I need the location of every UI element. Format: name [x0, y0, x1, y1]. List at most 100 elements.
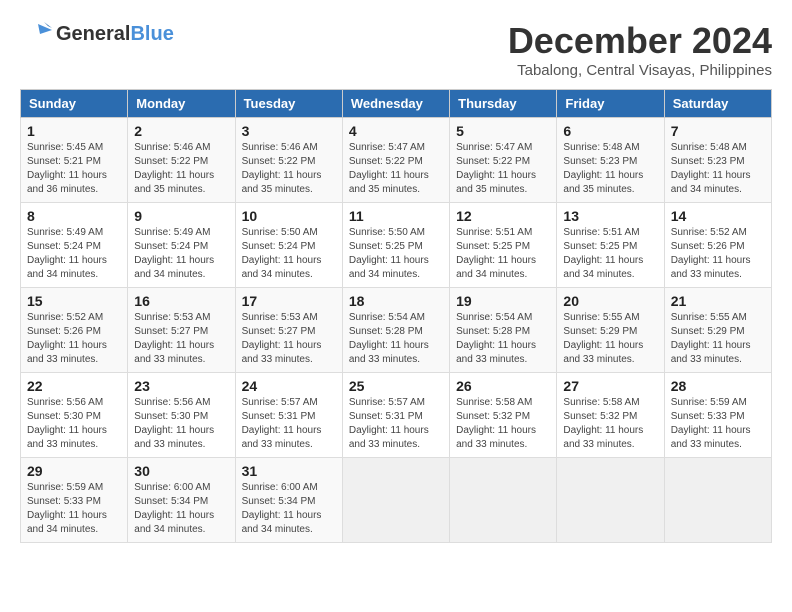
cell-content: Sunrise: 5:47 AM Sunset: 5:22 PM Dayligh…	[456, 141, 550, 197]
cell-content: Sunrise: 5:58 AM Sunset: 5:32 PM Dayligh…	[563, 396, 657, 452]
day-header-monday: Monday	[128, 90, 235, 118]
day-header-friday: Friday	[557, 90, 664, 118]
cell-content: Sunrise: 5:57 AM Sunset: 5:31 PM Dayligh…	[242, 396, 336, 452]
day-number: 9	[134, 208, 228, 224]
day-header-wednesday: Wednesday	[342, 90, 449, 118]
cell-content: Sunrise: 5:55 AM Sunset: 5:29 PM Dayligh…	[671, 311, 765, 367]
day-number: 16	[134, 293, 228, 309]
cell-content: Sunrise: 5:51 AM Sunset: 5:25 PM Dayligh…	[563, 226, 657, 282]
cell-content: Sunrise: 5:55 AM Sunset: 5:29 PM Dayligh…	[563, 311, 657, 367]
cell-content: Sunrise: 5:49 AM Sunset: 5:24 PM Dayligh…	[27, 226, 121, 282]
cell-content: Sunrise: 5:50 AM Sunset: 5:25 PM Dayligh…	[349, 226, 443, 282]
day-number: 2	[134, 123, 228, 139]
day-number: 5	[456, 123, 550, 139]
calendar-table: SundayMondayTuesdayWednesdayThursdayFrid…	[20, 89, 772, 543]
calendar-week-1: 1 Sunrise: 5:45 AM Sunset: 5:21 PM Dayli…	[21, 118, 772, 203]
day-number: 22	[27, 378, 121, 394]
cell-content: Sunrise: 5:46 AM Sunset: 5:22 PM Dayligh…	[242, 141, 336, 197]
calendar-cell: 20 Sunrise: 5:55 AM Sunset: 5:29 PM Dayl…	[557, 288, 664, 373]
day-number: 27	[563, 378, 657, 394]
calendar-cell: 22 Sunrise: 5:56 AM Sunset: 5:30 PM Dayl…	[21, 373, 128, 458]
calendar-cell: 13 Sunrise: 5:51 AM Sunset: 5:25 PM Dayl…	[557, 203, 664, 288]
month-title: December 2024	[508, 20, 772, 62]
calendar-cell: 23 Sunrise: 5:56 AM Sunset: 5:30 PM Dayl…	[128, 373, 235, 458]
calendar-cell: 31 Sunrise: 6:00 AM Sunset: 5:34 PM Dayl…	[235, 458, 342, 543]
calendar-cell: 27 Sunrise: 5:58 AM Sunset: 5:32 PM Dayl…	[557, 373, 664, 458]
cell-content: Sunrise: 5:49 AM Sunset: 5:24 PM Dayligh…	[134, 226, 228, 282]
day-header-tuesday: Tuesday	[235, 90, 342, 118]
day-number: 3	[242, 123, 336, 139]
day-number: 4	[349, 123, 443, 139]
day-number: 1	[27, 123, 121, 139]
cell-content: Sunrise: 5:58 AM Sunset: 5:32 PM Dayligh…	[456, 396, 550, 452]
cell-content: Sunrise: 5:45 AM Sunset: 5:21 PM Dayligh…	[27, 141, 121, 197]
calendar-cell	[342, 458, 449, 543]
calendar-cell	[664, 458, 771, 543]
day-number: 26	[456, 378, 550, 394]
cell-content: Sunrise: 5:57 AM Sunset: 5:31 PM Dayligh…	[349, 396, 443, 452]
calendar-cell: 17 Sunrise: 5:53 AM Sunset: 5:27 PM Dayl…	[235, 288, 342, 373]
cell-content: Sunrise: 5:54 AM Sunset: 5:28 PM Dayligh…	[349, 311, 443, 367]
cell-content: Sunrise: 5:59 AM Sunset: 5:33 PM Dayligh…	[671, 396, 765, 452]
calendar-week-2: 8 Sunrise: 5:49 AM Sunset: 5:24 PM Dayli…	[21, 203, 772, 288]
day-number: 11	[349, 208, 443, 224]
calendar-cell: 3 Sunrise: 5:46 AM Sunset: 5:22 PM Dayli…	[235, 118, 342, 203]
day-number: 17	[242, 293, 336, 309]
cell-content: Sunrise: 5:48 AM Sunset: 5:23 PM Dayligh…	[671, 141, 765, 197]
day-number: 28	[671, 378, 765, 394]
calendar-cell: 29 Sunrise: 5:59 AM Sunset: 5:33 PM Dayl…	[21, 458, 128, 543]
cell-content: Sunrise: 5:59 AM Sunset: 5:33 PM Dayligh…	[27, 481, 121, 537]
title-block: December 2024 Tabalong, Central Visayas,…	[508, 20, 772, 79]
cell-content: Sunrise: 6:00 AM Sunset: 5:34 PM Dayligh…	[242, 481, 336, 537]
day-header-saturday: Saturday	[664, 90, 771, 118]
calendar-cell: 6 Sunrise: 5:48 AM Sunset: 5:23 PM Dayli…	[557, 118, 664, 203]
cell-content: Sunrise: 5:46 AM Sunset: 5:22 PM Dayligh…	[134, 141, 228, 197]
calendar-week-3: 15 Sunrise: 5:52 AM Sunset: 5:26 PM Dayl…	[21, 288, 772, 373]
calendar-cell: 30 Sunrise: 6:00 AM Sunset: 5:34 PM Dayl…	[128, 458, 235, 543]
day-number: 14	[671, 208, 765, 224]
day-number: 19	[456, 293, 550, 309]
calendar-week-5: 29 Sunrise: 5:59 AM Sunset: 5:33 PM Dayl…	[21, 458, 772, 543]
calendar-cell: 9 Sunrise: 5:49 AM Sunset: 5:24 PM Dayli…	[128, 203, 235, 288]
logo: GeneralBlue	[20, 20, 174, 48]
calendar-cell	[450, 458, 557, 543]
day-number: 24	[242, 378, 336, 394]
calendar-cell: 10 Sunrise: 5:50 AM Sunset: 5:24 PM Dayl…	[235, 203, 342, 288]
calendar-cell: 7 Sunrise: 5:48 AM Sunset: 5:23 PM Dayli…	[664, 118, 771, 203]
cell-content: Sunrise: 5:54 AM Sunset: 5:28 PM Dayligh…	[456, 311, 550, 367]
calendar-cell: 14 Sunrise: 5:52 AM Sunset: 5:26 PM Dayl…	[664, 203, 771, 288]
day-header-thursday: Thursday	[450, 90, 557, 118]
logo-text-blue: Blue	[130, 23, 173, 45]
day-number: 12	[456, 208, 550, 224]
cell-content: Sunrise: 5:52 AM Sunset: 5:26 PM Dayligh…	[27, 311, 121, 367]
calendar-cell: 19 Sunrise: 5:54 AM Sunset: 5:28 PM Dayl…	[450, 288, 557, 373]
day-number: 8	[27, 208, 121, 224]
day-number: 30	[134, 463, 228, 479]
logo-icon	[20, 20, 52, 48]
calendar-cell: 21 Sunrise: 5:55 AM Sunset: 5:29 PM Dayl…	[664, 288, 771, 373]
calendar-cell: 15 Sunrise: 5:52 AM Sunset: 5:26 PM Dayl…	[21, 288, 128, 373]
day-number: 21	[671, 293, 765, 309]
day-number: 23	[134, 378, 228, 394]
calendar-cell: 24 Sunrise: 5:57 AM Sunset: 5:31 PM Dayl…	[235, 373, 342, 458]
page-header: GeneralBlue December 2024 Tabalong, Cent…	[20, 20, 772, 79]
day-header-sunday: Sunday	[21, 90, 128, 118]
cell-content: Sunrise: 6:00 AM Sunset: 5:34 PM Dayligh…	[134, 481, 228, 537]
day-number: 6	[563, 123, 657, 139]
calendar-cell: 26 Sunrise: 5:58 AM Sunset: 5:32 PM Dayl…	[450, 373, 557, 458]
calendar-cell: 1 Sunrise: 5:45 AM Sunset: 5:21 PM Dayli…	[21, 118, 128, 203]
calendar-cell: 5 Sunrise: 5:47 AM Sunset: 5:22 PM Dayli…	[450, 118, 557, 203]
calendar-cell: 8 Sunrise: 5:49 AM Sunset: 5:24 PM Dayli…	[21, 203, 128, 288]
cell-content: Sunrise: 5:50 AM Sunset: 5:24 PM Dayligh…	[242, 226, 336, 282]
cell-content: Sunrise: 5:52 AM Sunset: 5:26 PM Dayligh…	[671, 226, 765, 282]
day-number: 10	[242, 208, 336, 224]
calendar-cell	[557, 458, 664, 543]
day-number: 20	[563, 293, 657, 309]
cell-content: Sunrise: 5:56 AM Sunset: 5:30 PM Dayligh…	[134, 396, 228, 452]
calendar-cell: 28 Sunrise: 5:59 AM Sunset: 5:33 PM Dayl…	[664, 373, 771, 458]
calendar-cell: 12 Sunrise: 5:51 AM Sunset: 5:25 PM Dayl…	[450, 203, 557, 288]
calendar-cell: 25 Sunrise: 5:57 AM Sunset: 5:31 PM Dayl…	[342, 373, 449, 458]
day-number: 13	[563, 208, 657, 224]
day-number: 31	[242, 463, 336, 479]
location: Tabalong, Central Visayas, Philippines	[508, 62, 772, 79]
